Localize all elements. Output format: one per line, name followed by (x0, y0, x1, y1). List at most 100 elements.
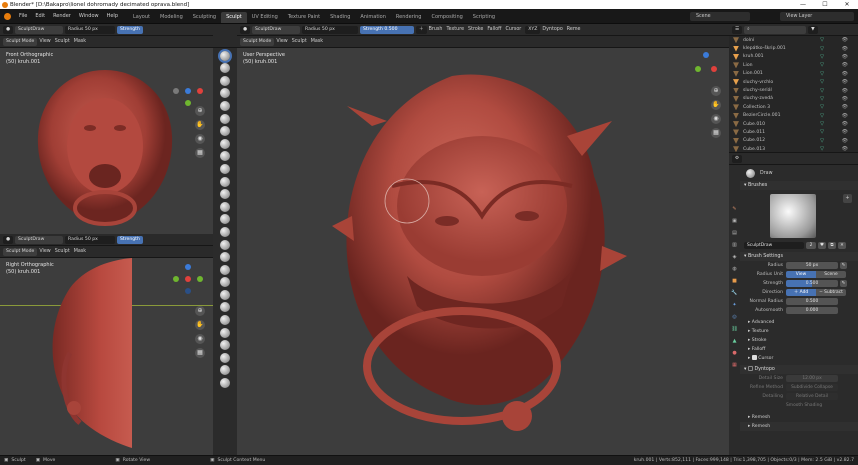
gizmo-y-icon[interactable] (173, 276, 179, 282)
visibility-eye-icon[interactable]: 👁 (842, 37, 848, 43)
outliner-editor-icon[interactable]: ☰ (732, 25, 743, 34)
dyntopo-panel-header[interactable]: ▾ Dyntopo (740, 365, 858, 374)
menu-help[interactable]: Help (103, 9, 122, 24)
direction-subtract-button[interactable]: − Subtract (816, 289, 846, 296)
brush-preview-thumbnail[interactable] (770, 194, 816, 238)
properties-editor-icon[interactable]: ⚙ (732, 154, 743, 163)
direction-add-button[interactable]: ＋ Add (786, 289, 816, 296)
zoom-icon[interactable]: ⊕ (195, 106, 205, 116)
menu-stroke[interactable]: Stroke (468, 27, 483, 32)
fill-brush-icon[interactable] (220, 176, 230, 187)
scene-selector[interactable]: Scene (690, 12, 750, 21)
rotate-brush-icon[interactable] (220, 289, 230, 300)
cursor-subpanel[interactable]: ▸ Cursor (740, 354, 858, 363)
mesh-data-icon[interactable]: ▽ (820, 138, 824, 144)
outliner-row[interactable]: Lion.001 ▽ 👁 (729, 70, 858, 78)
pose-brush-icon[interactable] (220, 264, 230, 275)
box-hide-icon[interactable] (220, 352, 230, 363)
menu-texture[interactable]: Texture (446, 27, 464, 32)
menu-file[interactable]: File (15, 9, 31, 24)
right-ortho-viewport[interactable]: Right Orthographic (50) kruh.001 ⊕ ✋ ◉ ▦ (0, 258, 213, 455)
visibility-eye-icon[interactable]: 👁 (842, 62, 848, 68)
menu-sculpt[interactable]: Sculpt (55, 249, 70, 254)
render-tab-icon[interactable]: ▣ (729, 215, 740, 227)
detail-size-field[interactable]: 12.00 px (786, 375, 838, 382)
menu-window[interactable]: Window (75, 9, 103, 24)
modifier-tab-icon[interactable]: 🔧 (729, 287, 740, 299)
mesh-data-icon[interactable]: ▽ (820, 54, 824, 60)
draw-sharp-brush-icon[interactable] (220, 63, 230, 74)
snake-hook-brush-icon[interactable] (220, 239, 230, 250)
tab-uv-editing[interactable]: UV Editing (247, 12, 283, 23)
radius-pressure-icon[interactable]: ✎ (840, 262, 847, 269)
view-layer-tab-icon[interactable]: ▥ (729, 239, 740, 251)
autosmooth-field[interactable]: 0.000 (786, 307, 838, 314)
gizmo-x-icon[interactable] (711, 66, 717, 72)
radius-field[interactable]: 50 px (786, 262, 838, 269)
delete-brush-icon[interactable]: ✕ (838, 241, 846, 249)
advanced-subpanel[interactable]: ▸ Advanced (740, 318, 858, 327)
layer-brush-icon[interactable] (220, 100, 230, 111)
tab-rendering[interactable]: Rendering (391, 12, 427, 23)
brush-icon[interactable]: ● (3, 25, 14, 34)
tab-shading[interactable]: Shading (325, 12, 355, 23)
elastic-brush-icon[interactable] (220, 226, 230, 237)
material-tab-icon[interactable]: ● (729, 347, 740, 359)
tab-sculpting[interactable]: Sculpting (188, 12, 221, 23)
box-mask-icon[interactable] (220, 340, 230, 351)
mode-selector[interactable]: Sculpt Mode (3, 247, 38, 256)
menu-edit[interactable]: Edit (31, 9, 49, 24)
scrape-brush-icon[interactable] (220, 189, 230, 200)
menu-mask[interactable]: Mask (74, 249, 86, 254)
slide-relax-brush-icon[interactable] (220, 302, 230, 313)
radius-field[interactable]: Radius 50 px (65, 25, 116, 34)
mesh-data-icon[interactable]: ▽ (820, 129, 824, 135)
smooth-shading-checkbox[interactable]: Smooth Shading (786, 403, 822, 408)
menu-view[interactable]: View (39, 249, 50, 254)
brush-selector[interactable]: SculptDraw (15, 235, 64, 244)
dyntopo-toggle[interactable]: Dyntopo (542, 27, 562, 32)
outliner-row[interactable]: kruh.001 ▽ 👁 (729, 53, 858, 61)
brush-icon[interactable]: ● (3, 235, 14, 244)
blob-brush-icon[interactable] (220, 126, 230, 137)
camera-icon[interactable]: ◉ (195, 134, 205, 144)
pan-hand-icon[interactable]: ✋ (195, 320, 205, 330)
camera-icon[interactable]: ◉ (195, 334, 205, 344)
pan-hand-icon[interactable]: ✋ (711, 100, 721, 110)
crease-brush-icon[interactable] (220, 138, 230, 149)
brush-selector[interactable]: SculptDraw (15, 25, 64, 34)
radius-unit-scene-button[interactable]: Scene (816, 271, 846, 278)
mesh-data-icon[interactable]: ▽ (820, 113, 824, 119)
refine-method-dropdown[interactable]: Subdivide Collapse (786, 384, 838, 391)
scene-tab-icon[interactable]: ◈ (729, 251, 740, 263)
outliner-row[interactable]: klepátko-škrip.001 ▽ 👁 (729, 44, 858, 52)
mode-selector[interactable]: Sculpt Mode (240, 37, 275, 46)
strength-slider[interactable]: 0.500 (786, 280, 838, 287)
gizmo-x-icon[interactable] (197, 88, 203, 94)
flatten-brush-icon[interactable] (220, 163, 230, 174)
camera-icon[interactable]: ◉ (711, 114, 721, 124)
gizmo-neg-y-icon[interactable] (197, 276, 203, 282)
mesh-data-icon[interactable]: ▽ (820, 104, 824, 110)
dyntopo-checkbox[interactable] (747, 366, 753, 371)
outliner-row[interactable]: sluchy-vrchlo ▽ 👁 (729, 78, 858, 86)
particles-tab-icon[interactable]: ✦ (729, 299, 740, 311)
visibility-eye-icon[interactable]: 👁 (842, 88, 848, 94)
strength-field[interactable]: Strength 0.500 (360, 25, 415, 34)
outliner-row[interactable]: Lion ▽ 👁 (729, 61, 858, 69)
move-icon[interactable] (220, 378, 230, 389)
minimize-button[interactable]: — (792, 0, 814, 9)
user-perspective-viewport[interactable]: User Perspective (50) kruh.001 ⊕ ✋ ◉ ▦ (237, 48, 729, 455)
mesh-data-icon[interactable]: ▽ (820, 71, 824, 77)
maximize-button[interactable]: ☐ (814, 0, 836, 9)
tool-tab-icon[interactable]: ✎ (729, 203, 740, 215)
constraints-tab-icon[interactable]: ⛓ (729, 323, 740, 335)
stroke-subpanel[interactable]: ▸ Stroke (740, 336, 858, 345)
gizmo-z-icon[interactable] (185, 264, 191, 270)
menu-mask[interactable]: Mask (74, 39, 86, 44)
visibility-eye-icon[interactable]: 👁 (842, 129, 848, 135)
tab-modeling[interactable]: Modeling (155, 12, 188, 23)
radius-unit-view-button[interactable]: View (786, 271, 816, 278)
tab-layout[interactable]: Layout (128, 12, 155, 23)
mesh-data-icon[interactable]: ▽ (820, 121, 824, 127)
